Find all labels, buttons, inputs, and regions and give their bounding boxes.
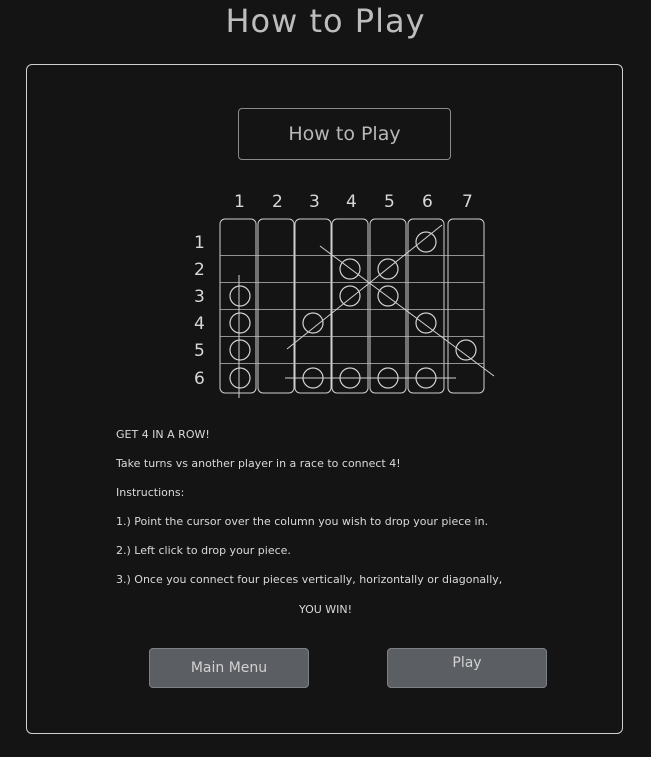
board-diagram: 1 2 3 4 5 6 7 1 2 3 4 5 6	[194, 192, 495, 398]
board-column	[447, 218, 485, 394]
column-labels: 1 2 3 4 5 6 7	[234, 192, 473, 212]
board-piece	[415, 231, 437, 253]
row-labels: 1 2 3 4 5 6	[194, 233, 205, 389]
row-label: 1	[194, 233, 205, 253]
board-piece	[229, 367, 251, 389]
row-label: 6	[194, 369, 205, 389]
row-label: 4	[194, 314, 205, 334]
row-label: 3	[194, 287, 205, 307]
board-piece	[229, 339, 251, 361]
column-label: 2	[272, 192, 283, 212]
panel-heading: How to Play	[238, 108, 451, 160]
play-button[interactable]: Play	[387, 648, 547, 688]
column-label: 5	[384, 192, 395, 212]
instruction-step-1: 1.) Point the cursor over the column you…	[116, 515, 489, 528]
board-piece	[339, 285, 361, 307]
column-label: 3	[309, 192, 320, 212]
instruction-step-2: 2.) Left click to drop your piece.	[116, 544, 291, 557]
win-text: YOU WIN!	[298, 603, 353, 616]
board-column	[257, 218, 295, 394]
column-label: 7	[462, 192, 473, 212]
win-lines	[238, 224, 495, 398]
intro-text: Take turns vs another player in a race t…	[116, 457, 401, 470]
row-label: 5	[194, 341, 205, 361]
page-title: How to Play	[225, 2, 426, 40]
instruction-step-3: 3.) Once you connect four pieces vertica…	[116, 573, 503, 586]
board-piece	[377, 285, 399, 307]
board-column	[294, 218, 332, 394]
board-column	[407, 218, 445, 394]
column-label: 4	[346, 192, 357, 212]
board-piece	[229, 285, 251, 307]
main-menu-button[interactable]: Main Menu	[149, 648, 309, 688]
headline-text: GET 4 IN A ROW!	[116, 428, 210, 441]
row-label: 2	[194, 260, 205, 280]
column-label: 1	[234, 192, 245, 212]
instructions-label: Instructions:	[116, 486, 185, 499]
column-label: 6	[422, 192, 433, 212]
diagonal-win-line	[319, 245, 495, 377]
board-piece	[229, 312, 251, 334]
